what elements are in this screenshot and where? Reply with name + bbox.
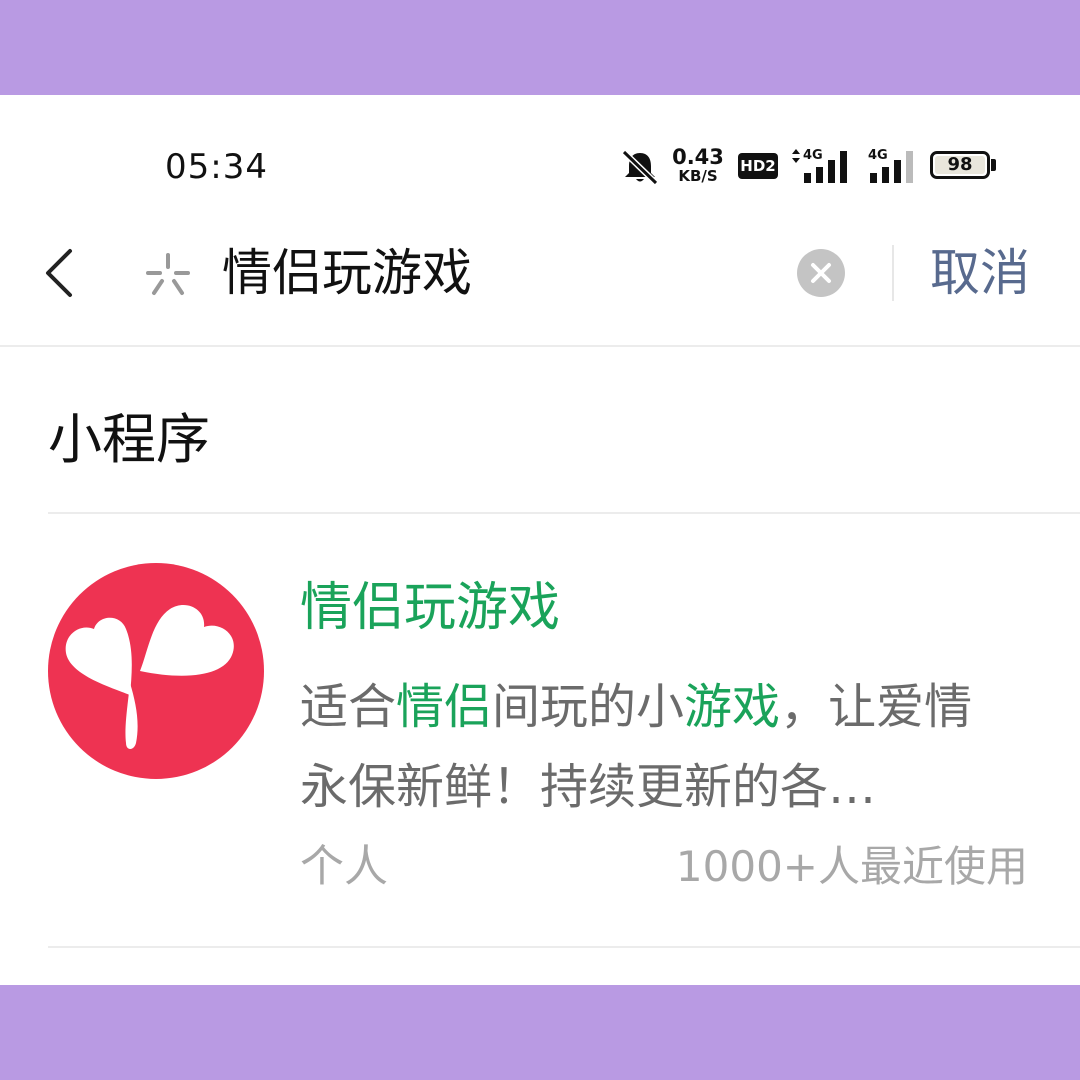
battery-tip [991, 159, 996, 171]
sparkle-search-icon [146, 253, 190, 295]
net-speed-unit: KB/S [678, 167, 718, 185]
search-divider [892, 245, 894, 301]
result-category: 个人 [300, 841, 388, 892]
status-bar: 05:34 0.43 KB/S HD2 4G 4G 98 [0, 95, 1080, 235]
bell-mute-icon [621, 149, 659, 185]
status-time: 05:34 [165, 147, 268, 187]
signal-icon: 4G [868, 148, 913, 183]
header-divider [0, 345, 1080, 347]
heart-clover-logo[interactable] [48, 563, 264, 779]
section-divider [48, 512, 1080, 514]
phone-screen: 05:34 0.43 KB/S HD2 4G 4G 98 情侣玩游戏 取消 小程… [0, 95, 1080, 985]
net-speed-value: 0.43 [672, 145, 724, 169]
desc-highlight: 游戏 [684, 679, 781, 735]
signal1-label: 4G [803, 148, 823, 163]
desc-text: 间玩的小 [492, 679, 685, 735]
signal-icon: 4G [792, 148, 847, 183]
chevron-left-icon[interactable] [40, 245, 80, 301]
result-usage: 1000+人最近使用 [675, 842, 1028, 891]
hd-badge: HD2 [738, 153, 778, 179]
section-title: 小程序 [48, 408, 210, 471]
net-speed: 0.43 KB/S [670, 147, 726, 184]
clear-icon[interactable] [796, 248, 846, 298]
cancel-button[interactable]: 取消 [930, 241, 1030, 305]
battery-level: 98 [947, 154, 973, 175]
signal2-label: 4G [868, 148, 888, 163]
battery-icon: 98 [930, 151, 990, 179]
result-divider [48, 946, 1080, 948]
result-title[interactable]: 情侣玩游戏 [300, 575, 560, 641]
result-description: 适合情侣间玩的小游戏，让爱情永保新鲜！持续更新的各… [300, 667, 1020, 827]
desc-highlight: 情侣 [396, 679, 493, 735]
desc-text: 适合 [300, 679, 397, 735]
search-input[interactable]: 情侣玩游戏 [222, 241, 472, 305]
